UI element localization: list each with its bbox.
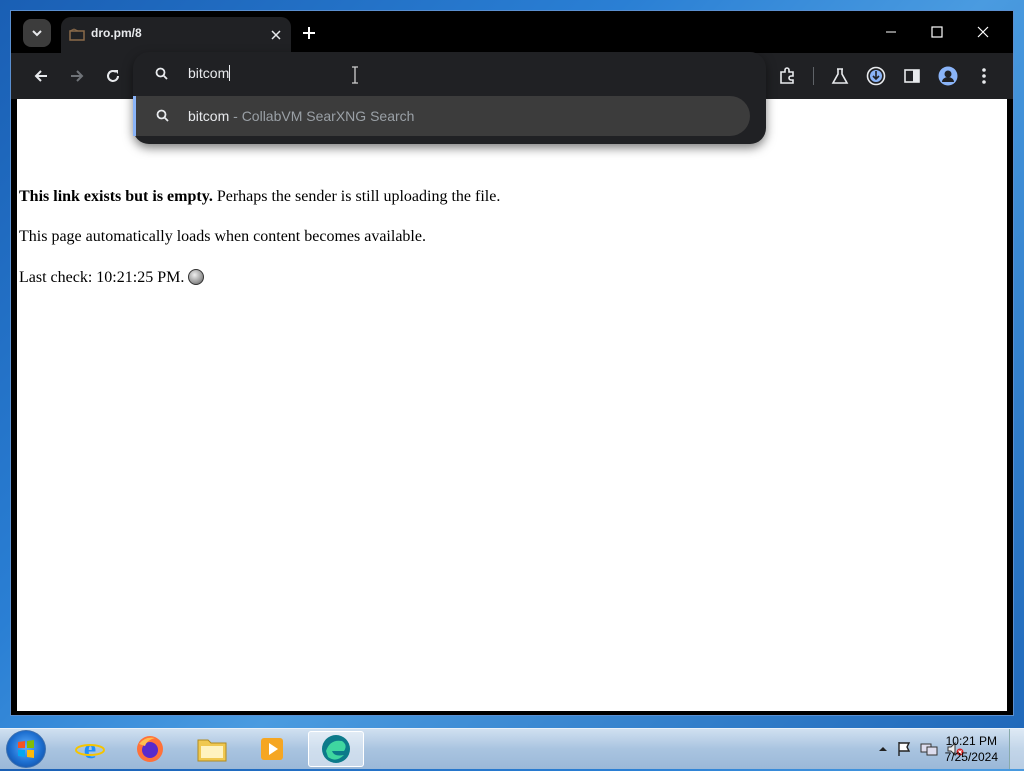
search-icon [155,67,168,80]
downloads-button[interactable] [865,65,887,87]
status-rest: Perhaps the sender is still uploading th… [212,188,501,205]
taskbar-media-player[interactable] [244,731,300,767]
chevron-down-icon [32,30,42,37]
autoload-note: This page automatically loads when conte… [19,228,426,245]
text-caret [229,65,231,81]
tab-search-button[interactable] [23,19,51,47]
status-bold: This link exists but is empty. [19,188,213,205]
clock-time: 10:21 PM [945,734,997,748]
arrow-right-icon [71,70,84,82]
title-bar: dro.pm/8 [11,11,1013,53]
address-input-value: bitcom [188,65,230,81]
edge-browser-icon [322,735,350,763]
suggestion-item[interactable]: bitcom - CollabVM SearXNG Search [133,96,750,136]
puzzle-icon [780,67,794,84]
arrow-left-icon [34,70,47,82]
suggestion-text: bitcom - CollabVM SearXNG Search [188,108,414,124]
maximize-button[interactable] [917,19,957,45]
ibeam-cursor-icon [352,66,358,84]
suggestion-engine: CollabVM SearXNG Search [241,108,415,124]
clock-date: 7/25/2024 [944,750,998,764]
media-player-icon [261,738,283,760]
close-icon [271,30,281,40]
suggestion-separator: - [229,108,242,124]
taskbar-internet-explorer[interactable]: e [62,731,118,767]
reload-icon [107,70,119,82]
action-center-flag-icon[interactable] [896,741,912,757]
side-panel-icon [904,69,920,83]
new-tab-button[interactable] [299,23,319,43]
maximize-icon [931,26,943,38]
address-bar[interactable]: bitcom [133,52,766,96]
internet-explorer-icon: e [75,734,105,764]
minimize-icon [886,31,896,33]
clock[interactable]: 10:21 PM 7/25/2024 [945,733,998,765]
taskbar: e 10:21 PM 7/25/2024 [0,728,1024,769]
extensions-button[interactable] [776,65,798,87]
reload-button[interactable] [101,64,125,88]
svg-text:e: e [84,734,96,764]
show-desktop-button[interactable] [1009,729,1024,769]
taskbar-browser-active[interactable] [308,731,364,767]
toolbar-separator [813,67,814,85]
tab-close-button[interactable] [267,26,285,44]
taskbar-firefox[interactable] [122,731,178,767]
minimize-button[interactable] [871,19,911,45]
search-icon [156,109,169,122]
folder-icon [197,739,227,762]
loading-indicator-icon [188,269,205,285]
avatar-icon [938,66,958,86]
last-check-text: Last check: 10:21:25 PM. [19,269,185,286]
side-panel-button[interactable] [901,65,923,87]
tab-active[interactable]: dro.pm/8 [61,17,291,53]
suggestion-query: bitcom [188,108,230,124]
close-icon [977,26,989,38]
page-content: This link exists but is empty. Perhaps t… [17,99,1007,711]
plus-icon [303,27,315,39]
menu-button[interactable] [973,65,995,87]
omnibox-dropdown: bitcom bitcom - CollabVM SearXNG Search [133,52,766,144]
download-icon [866,66,886,86]
firefox-icon [137,736,163,762]
favicon-icon [69,28,85,41]
windows-logo-icon [18,740,34,758]
flask-icon [831,68,849,84]
status-line: This link exists but is empty. Perhaps t… [19,188,500,206]
tray-expand-icon[interactable] [878,744,888,754]
desktop: dro.pm/8 This link exists but is empty. … [0,0,1024,769]
profile-button[interactable] [937,65,959,87]
address-input[interactable]: bitcom [188,65,231,81]
back-button[interactable] [29,64,53,88]
close-window-button[interactable] [963,19,1003,45]
last-check-line: Last check: 10:21:25 PM. [19,269,205,287]
forward-button[interactable] [65,64,89,88]
network-icon[interactable] [920,741,938,757]
tab-title: dro.pm/8 [91,26,142,40]
start-button[interactable] [6,730,46,768]
taskbar-file-explorer[interactable] [184,731,240,767]
kebab-menu-icon [982,68,986,84]
labs-button[interactable] [829,65,851,87]
